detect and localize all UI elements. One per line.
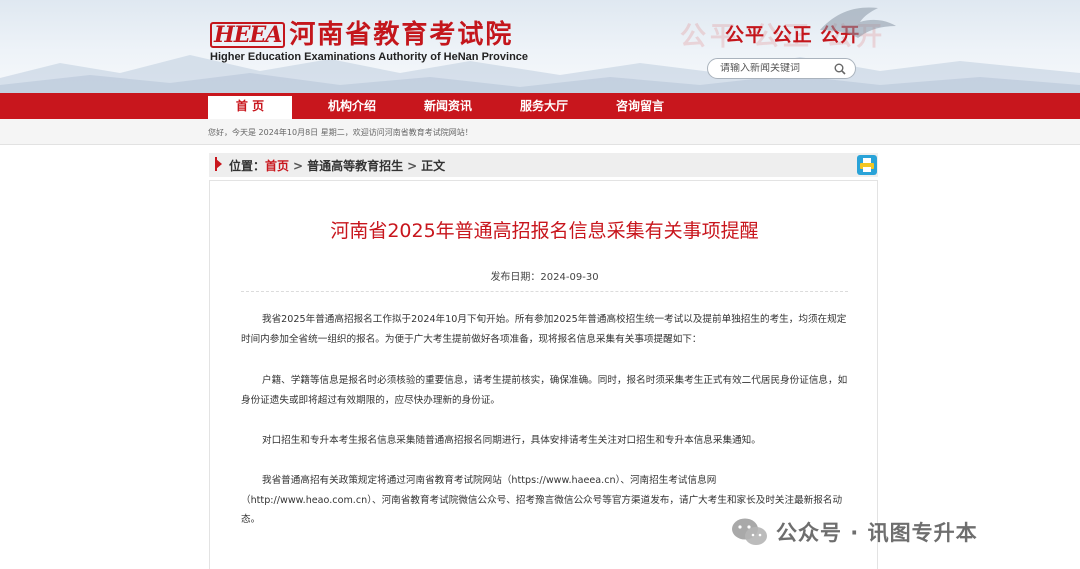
- logo-mark: HEEA: [210, 22, 286, 48]
- wechat-watermark: 公众号 · 讯图专升本: [730, 512, 978, 552]
- breadcrumb-home[interactable]: 首页: [265, 159, 289, 173]
- breadcrumb: 位置：首页 > 普通高等教育招生 > 正文: [209, 153, 878, 177]
- search-icon[interactable]: [834, 63, 846, 75]
- article-date: 发布日期：2024-09-30: [490, 272, 599, 283]
- main-nav: 首 页 机构介绍 新闻资讯 服务大厅 咨询留言: [0, 93, 1080, 119]
- article-paragraph: 户籍、学籍等信息是报名时必须核验的重要信息，请考生提前核实，确保准确。同时，报名…: [241, 375, 848, 406]
- site-logo[interactable]: HEEA 河南省教育考试院: [210, 22, 513, 48]
- nav-item-about[interactable]: 机构介绍: [304, 93, 400, 119]
- mountain-background: [0, 55, 1080, 93]
- watermark-text: 公众号 · 讯图专升本: [776, 521, 978, 545]
- site-header: HEEA 河南省教育考试院 Higher Education Examinati…: [0, 0, 1080, 93]
- breadcrumb-separator: >: [407, 159, 418, 173]
- nav-item-home[interactable]: 首 页: [208, 93, 292, 119]
- welcome-bar: 您好，今天是 2024年10月8日 星期二，欢迎访问河南省教育考试院网站！: [0, 119, 1080, 145]
- nav-item-news[interactable]: 新闻资讯: [400, 93, 496, 119]
- search-box[interactable]: [707, 58, 856, 79]
- org-name-cn: 河南省教育考试院: [289, 20, 514, 50]
- article-paragraph: 我省2025年普通高招报名工作拟于2024年10月下旬开始。所有参加2025年普…: [241, 314, 847, 345]
- org-name-en: Higher Education Examinations Authority …: [210, 51, 529, 63]
- breadcrumb-arrow-icon: [216, 159, 222, 169]
- wechat-icon: [732, 518, 767, 545]
- article-title: 河南省2025年普通高招报名信息采集有关事项提醒: [330, 220, 759, 242]
- search-input[interactable]: [720, 63, 832, 74]
- print-icon[interactable]: [857, 155, 877, 175]
- nav-item-consult[interactable]: 咨询留言: [592, 93, 688, 119]
- breadcrumb-category[interactable]: 普通高等教育招生: [307, 159, 403, 173]
- article-card: 河南省2025年普通高招报名信息采集有关事项提醒 发布日期：2024-09-30…: [209, 180, 878, 569]
- welcome-text: 您好，今天是 2024年10月8日 星期二，欢迎访问河南省教育考试院网站！: [208, 128, 473, 137]
- breadcrumb-separator: >: [293, 159, 304, 173]
- breadcrumb-prefix: 位置：: [229, 159, 266, 173]
- nav-item-services[interactable]: 服务大厅: [496, 93, 592, 119]
- article-paragraph: 对口招生和专升本考生报名信息采集随普通高招报名同期进行，具体安排请考生关注对口招…: [262, 435, 761, 446]
- eagle-icon: [820, 7, 896, 38]
- breadcrumb-current: 正文: [421, 159, 446, 173]
- breadcrumb-text: 位置：首页 > 普通高等教育招生 > 正文: [229, 157, 445, 174]
- article-divider: [241, 291, 848, 292]
